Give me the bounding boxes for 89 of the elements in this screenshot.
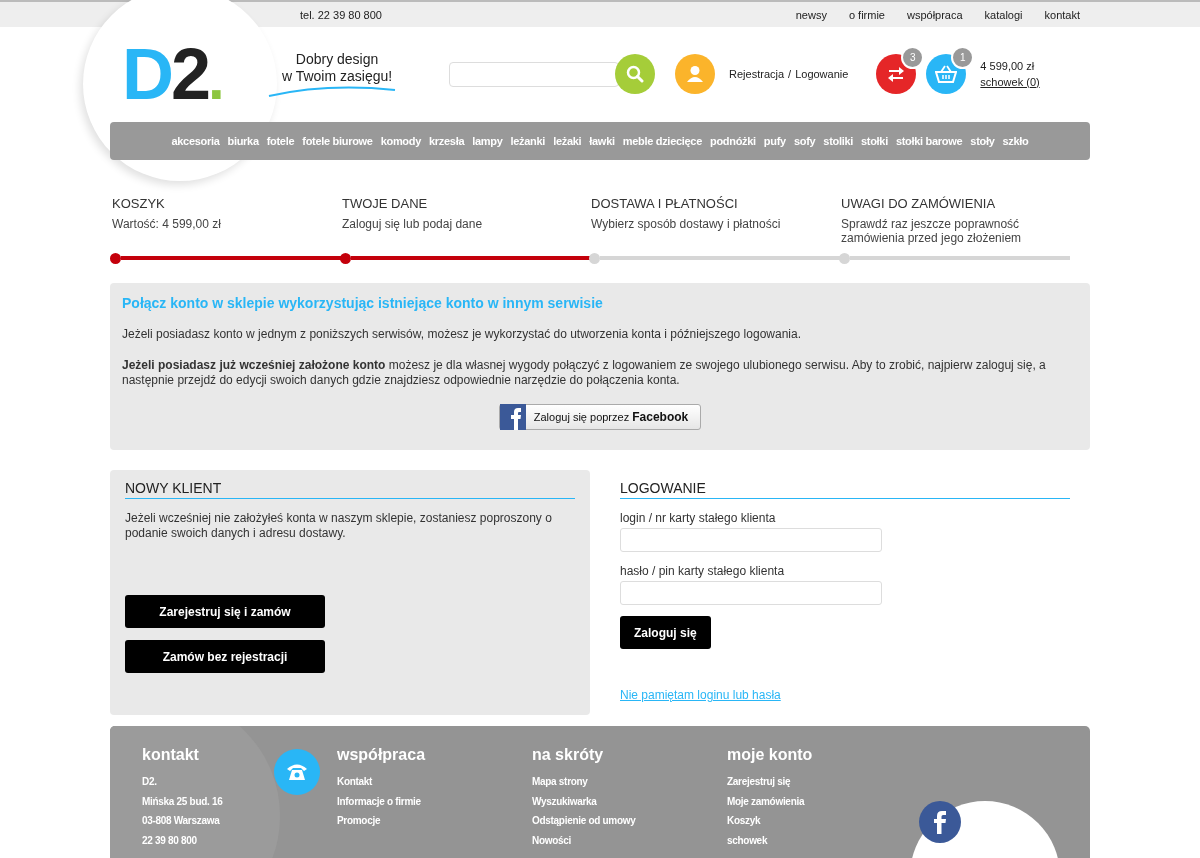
user-icon xyxy=(686,65,705,83)
footer-link[interactable]: 22 39 80 800 xyxy=(142,830,337,850)
facebook-login-button[interactable]: Zaloguj się poprzez Facebook xyxy=(498,404,702,430)
login-button[interactable]: Zaloguj się xyxy=(620,616,711,649)
phone-icon xyxy=(274,749,320,795)
facebook-logo-icon xyxy=(499,404,526,430)
category-link[interactable]: fotele biurowe xyxy=(302,135,373,147)
connect-paragraph: Jeżeli posiadasz konto w jednym z poniższych serwisów, możesz je wykorzystać do utworzenia konta i późniejszego logowania. xyxy=(122,327,802,342)
footer-link[interactable]: schowek xyxy=(727,830,922,850)
compare-count-badge: 3 xyxy=(901,46,925,69)
search-button[interactable] xyxy=(615,54,656,94)
input-field[interactable] xyxy=(620,581,882,605)
category-link[interactable]: leżaki xyxy=(553,135,582,147)
category-link[interactable]: meble dziecięce xyxy=(622,135,702,147)
footer-link[interactable]: Kontakt xyxy=(337,772,532,792)
footer-link[interactable]: Nowości xyxy=(532,830,727,850)
category-link[interactable]: biurka xyxy=(227,135,259,147)
category-link[interactable]: pufy xyxy=(763,135,786,147)
category-link[interactable]: stołki barowe xyxy=(895,135,963,147)
category-link[interactable]: sofy xyxy=(793,135,816,147)
cart-button[interactable] xyxy=(926,54,967,94)
footer-link[interactable]: Promocje xyxy=(337,811,532,831)
cart-total: 4 599,00 zł xyxy=(980,60,1036,72)
category-link[interactable]: akcesoria xyxy=(171,135,220,147)
footer-link[interactable]: Koszyk xyxy=(727,811,922,831)
tagline: Dobry design xyxy=(294,51,380,68)
top-link[interactable]: katalogi xyxy=(984,8,1023,21)
category-link[interactable]: ławki xyxy=(589,135,615,147)
search-field[interactable] xyxy=(449,61,620,87)
category-link[interactable]: leżanki xyxy=(510,135,546,147)
panel-title: NOWY KLIENT xyxy=(125,480,575,499)
category-link[interactable]: lampy xyxy=(472,135,503,147)
login-link[interactable]: Logowanie xyxy=(795,68,849,80)
step-description: Wybierz sposób dostawy i płatności xyxy=(591,217,782,233)
user-button[interactable] xyxy=(675,54,716,94)
footer-heading: moje konto xyxy=(727,746,814,764)
category-link[interactable]: fotele xyxy=(266,135,295,147)
swoosh-icon xyxy=(267,85,398,97)
logo[interactable]: D2. xyxy=(122,38,220,110)
basket-icon xyxy=(935,64,958,84)
search-icon xyxy=(626,65,645,83)
compare-button[interactable] xyxy=(876,54,917,94)
input-field[interactable] xyxy=(620,528,882,552)
category-link[interactable]: stołki xyxy=(861,135,888,147)
field-label: login / nr karty stałego klienta xyxy=(620,511,777,525)
connect-paragraph: Jeżeli posiadasz już wcześniej założone konto możesz je dla własnej wygody połączyć z logowaniem ze swojego ulubionego serwisu. Aby to zrobić, najpierw zaloguj się, a następnie przejdź do edycji swoich danych gdzie znajdziesz odpowiednie narzędzie do połączenia konta. xyxy=(122,358,1047,388)
footer-link[interactable]: 03-808 Warszawa xyxy=(142,811,337,831)
step-title: TWOJE DANE xyxy=(342,196,429,211)
connect-title: Połącz konto w sklepie wykorzystując istniejące konto w innym serwisie xyxy=(122,295,604,311)
footer-heading: kontakt xyxy=(142,746,200,764)
phone-number: tel. 22 39 80 800 xyxy=(300,8,382,21)
clipboard-link[interactable]: schowek (0) xyxy=(980,76,1040,88)
category-link[interactable]: komody xyxy=(380,135,421,147)
footer-link[interactable]: Mińska 25 bud. 16 xyxy=(142,791,337,811)
facebook-icon[interactable] xyxy=(919,801,961,843)
footer-link[interactable]: Zarejestruj się xyxy=(727,772,922,792)
panel-title: LOGOWANIE xyxy=(620,480,1070,499)
field-label: hasło / pin karty stałego klienta xyxy=(620,564,786,578)
footer-link[interactable]: Moje zamówienia xyxy=(727,791,922,811)
top-link[interactable]: newsy xyxy=(795,8,827,21)
category-link[interactable]: krzesła xyxy=(429,135,465,147)
forgot-password-link[interactable]: Nie pamiętam loginu lub hasła xyxy=(620,688,781,702)
footer-link[interactable]: Mapa strony xyxy=(532,772,727,792)
step-title: KOSZYK xyxy=(112,196,166,211)
category-link[interactable]: szkło xyxy=(1002,135,1029,147)
step-description: Zaloguj się lub podaj dane xyxy=(342,217,484,233)
category-link[interactable]: stoliki xyxy=(823,135,853,147)
top-link[interactable]: kontakt xyxy=(1044,8,1080,21)
tagline: w Twoim zasięgu! xyxy=(280,68,394,85)
footer-link[interactable]: Informacje o firmie xyxy=(337,791,532,811)
order-button[interactable]: Zarejestruj się i zamów xyxy=(125,595,325,628)
footer-heading: na skróty xyxy=(532,746,605,764)
order-button[interactable]: Zamów bez rejestracji xyxy=(125,640,325,673)
top-link[interactable]: współpraca xyxy=(906,8,963,21)
new-customer-text: Jeżeli wcześniej nie założyłeś konta w naszym sklepie, zostaniesz poproszony o podanie swoich danych i adresu dostawy. xyxy=(125,511,553,541)
cart-count-badge: 1 xyxy=(951,46,975,69)
step-title: DOSTAWA I PŁATNOŚCI xyxy=(591,196,739,211)
register-link[interactable]: Rejestracja xyxy=(729,68,785,80)
footer-heading: współpraca xyxy=(337,746,427,764)
step-description: Sprawdź raz jeszcze poprawność zamówienia przed jego złożeniem xyxy=(841,217,1023,247)
category-link[interactable]: podnóżki xyxy=(710,135,756,147)
footer-link[interactable]: D2. xyxy=(142,772,337,792)
category-link[interactable]: stoły xyxy=(970,135,995,147)
footer-link[interactable]: Wyszukiwarka xyxy=(532,791,727,811)
step-description: Wartość: 4 599,00 zł xyxy=(112,217,222,233)
separator: / xyxy=(788,68,792,80)
step-title: UWAGI DO ZAMÓWIENIA xyxy=(841,196,997,211)
top-link[interactable]: o firmie xyxy=(848,8,885,21)
footer-link[interactable]: Odstąpienie od umowy xyxy=(532,811,727,831)
